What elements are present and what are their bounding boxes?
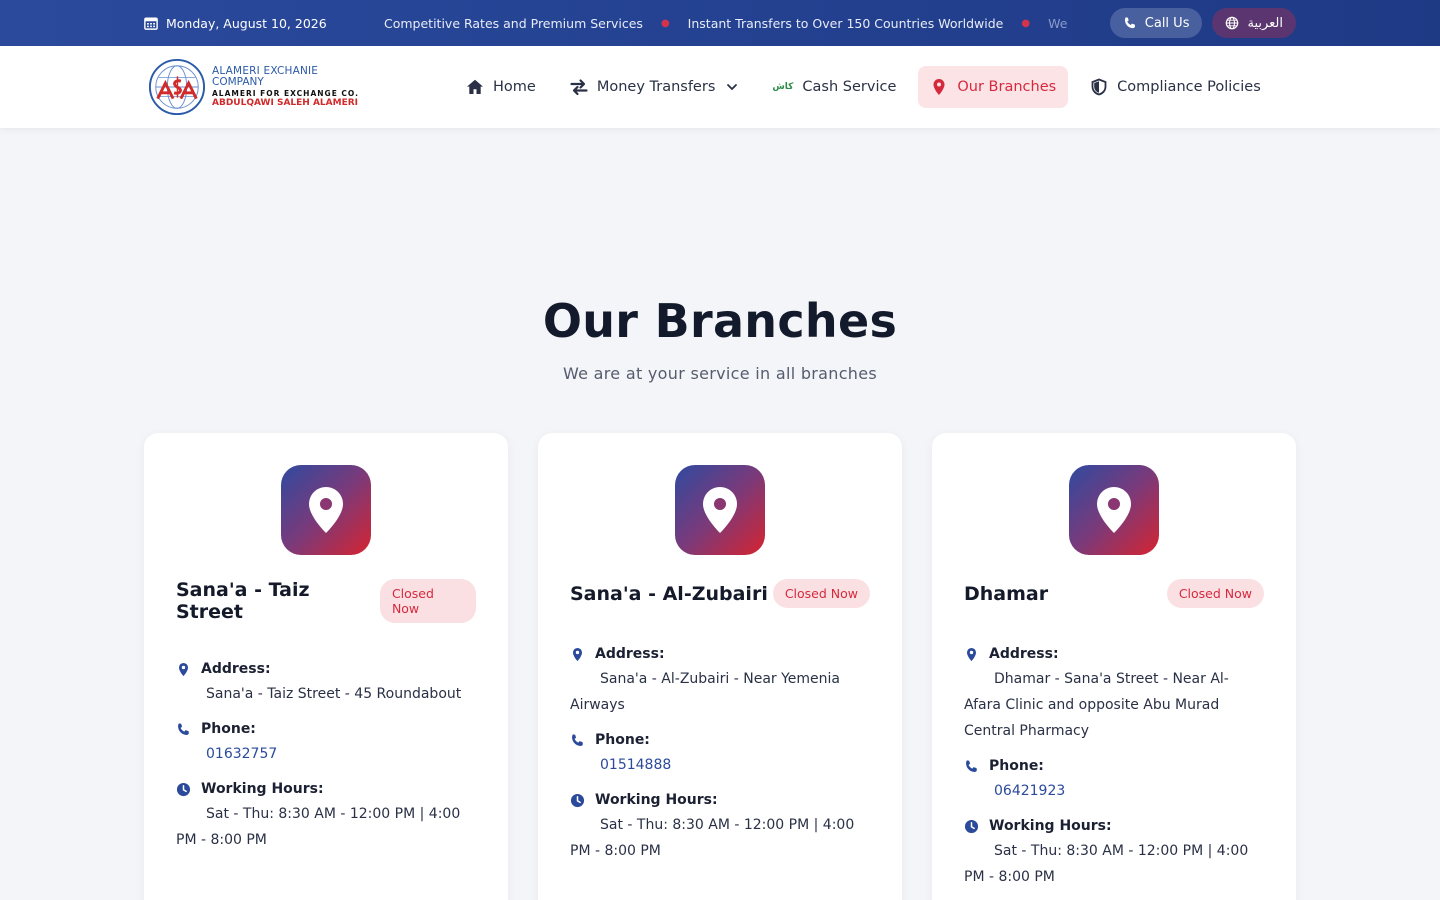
phone-link[interactable]: 01632757 xyxy=(176,741,476,767)
clock-icon xyxy=(570,793,585,807)
branch-address: Address: Dhamar - Sana'a Street - Near A… xyxy=(964,646,1264,744)
phone-icon xyxy=(1124,17,1135,29)
phone-label: Phone: xyxy=(989,758,1044,774)
phone-link[interactable]: 06421923 xyxy=(964,778,1264,804)
address-label: Address: xyxy=(989,646,1059,662)
language-switch-button[interactable]: العربية xyxy=(1212,8,1296,38)
map-marker-icon xyxy=(179,662,188,676)
ticker-item: Competitive Rates and Premium Services xyxy=(384,15,643,31)
main-navbar: ALAMERI EXCHANIE COMPANY ALAMERI FOR EXC… xyxy=(0,46,1440,128)
nav-item-home[interactable]: Home xyxy=(454,66,548,108)
language-label: العربية xyxy=(1247,15,1283,31)
branch-name: Dhamar xyxy=(964,582,1049,605)
nav-compliance-label: Compliance Policies xyxy=(1117,79,1261,95)
address-value: Dhamar - Sana'a Street - Near Al-Afara C… xyxy=(964,671,1229,739)
nav-transfers-label: Money Transfers xyxy=(596,79,716,95)
branch-card: Dhamar Closed Now Address: Dhamar - Sana… xyxy=(932,433,1296,900)
nav-item-our-branches[interactable]: Our Branches xyxy=(918,66,1069,108)
nav-item-compliance-policies[interactable]: Compliance Policies xyxy=(1078,66,1273,108)
hours-label: Working Hours: xyxy=(595,792,718,808)
calendar-icon xyxy=(144,17,158,30)
nav-item-money-transfers[interactable]: Money Transfers xyxy=(558,66,751,108)
nav-cash-label: Cash Service xyxy=(802,79,897,95)
top-bar: Monday, August 10, 2026 Competitive Rate… xyxy=(0,0,1440,46)
branch-name: Sana'a - Taiz Street xyxy=(176,579,310,623)
ticker-separator: ● xyxy=(1021,17,1031,29)
phone-label: Phone: xyxy=(595,732,650,748)
branch-icon-tile xyxy=(675,465,765,555)
globe-icon xyxy=(1226,16,1239,30)
branch-hours: Working Hours: Sat - Thu: 8:30 AM - 12:0… xyxy=(176,781,476,853)
status-badge: Closed Now xyxy=(1166,579,1264,608)
shield-icon xyxy=(1091,78,1107,96)
branch-card-list: Sana'a - Taiz Street Closed Now Address:… xyxy=(0,433,1440,900)
branch-card: Sana'a - Taiz Street Closed Now Address:… xyxy=(144,433,508,900)
branch-hours: Working Hours: Sat - Thu: 8:30 AM - 12:0… xyxy=(570,792,870,864)
phone-label: Phone: xyxy=(201,721,256,737)
logo-line-2: COMPANY xyxy=(212,75,264,88)
ticker-separator: ● xyxy=(660,17,670,29)
branch-address: Address: Sana'a - Al-Zubairi - Near Yeme… xyxy=(570,646,870,718)
nav-branches-label: Our Branches xyxy=(957,79,1057,95)
hours-label: Working Hours: xyxy=(201,781,324,797)
nav-item-cash-service[interactable]: كاش Cash Service xyxy=(760,66,908,108)
hours-label: Working Hours: xyxy=(989,818,1112,834)
branch-icon-tile xyxy=(1069,465,1159,555)
branch-phone: Phone: 06421923 xyxy=(964,758,1264,804)
clock-icon xyxy=(964,819,979,833)
address-label: Address: xyxy=(201,661,271,677)
nav-home-label: Home xyxy=(493,79,536,95)
map-marker-icon xyxy=(967,647,976,661)
date-display: Monday, August 10, 2026 xyxy=(144,16,384,31)
branch-icon-tile xyxy=(281,465,371,555)
status-badge: Closed Now xyxy=(379,579,476,623)
logo-emblem-icon xyxy=(148,58,206,116)
page-subtitle: We are at your service in all branches xyxy=(562,364,878,383)
branch-phone: Phone: 01514888 xyxy=(570,732,870,778)
page-title: Our Branches xyxy=(542,294,898,348)
branch-hours: Working Hours: Sat - Thu: 8:30 AM - 12:0… xyxy=(964,818,1264,890)
logo-text: ALAMERI EXCHANIE COMPANY ALAMERI FOR EXC… xyxy=(212,65,359,108)
branches-hero: Our Branches We are at your service in a… xyxy=(0,128,1440,383)
chevron-down-icon xyxy=(727,84,738,91)
transfer-arrows-icon xyxy=(570,79,588,96)
logo-line-4: ABDULQAWI SALEH ALAMERI xyxy=(212,97,359,108)
clock-icon xyxy=(176,782,191,796)
phone-icon xyxy=(572,733,583,746)
date-text: Monday, August 10, 2026 xyxy=(166,15,327,31)
company-logo[interactable]: ALAMERI EXCHANIE COMPANY ALAMERI FOR EXC… xyxy=(148,58,448,116)
location-pin-icon xyxy=(309,487,343,533)
location-pin-icon xyxy=(933,79,945,95)
hours-value: Sat - Thu: 8:30 AM - 12:00 PM | 4:00 PM … xyxy=(570,817,855,859)
ticker-item: We xyxy=(1048,15,1068,31)
call-us-button[interactable]: Call Us xyxy=(1109,8,1203,38)
nav-menu: Home Money Transfers كاش Cash Service Ou… xyxy=(454,66,1273,108)
address-value: Sana'a - Al-Zubairi - Near Yemenia Airwa… xyxy=(570,671,841,713)
branch-address: Address: Sana'a - Taiz Street - 45 Round… xyxy=(176,661,476,707)
address-label: Address: xyxy=(595,646,665,662)
location-pin-icon xyxy=(703,487,737,533)
phone-link[interactable]: 01514888 xyxy=(570,752,870,778)
cash-logo-icon: كاش xyxy=(772,82,794,92)
hours-value: Sat - Thu: 8:30 AM - 12:00 PM | 4:00 PM … xyxy=(964,843,1249,885)
hours-value: Sat - Thu: 8:30 AM - 12:00 PM | 4:00 PM … xyxy=(176,806,461,848)
phone-icon xyxy=(966,759,977,772)
logo-line-3: ALAMERI FOR EXCHANGE CO. xyxy=(212,88,359,98)
home-icon xyxy=(467,79,483,94)
phone-icon xyxy=(178,722,189,735)
map-marker-icon xyxy=(573,647,582,661)
location-pin-icon xyxy=(1097,487,1131,533)
address-value: Sana'a - Taiz Street - 45 Roundabout xyxy=(206,686,462,702)
status-badge: Closed Now xyxy=(772,579,870,608)
branch-phone: Phone: 01632757 xyxy=(176,721,476,767)
branch-name: Sana'a - Al-Zubairi xyxy=(570,582,768,605)
news-ticker: Competitive Rates and Premium Services ●… xyxy=(384,16,1070,31)
ticker-item: Instant Transfers to Over 150 Countries … xyxy=(687,15,1004,31)
branch-card: Sana'a - Al-Zubairi Closed Now Address: … xyxy=(538,433,902,900)
call-us-label: Call Us xyxy=(1144,15,1190,31)
